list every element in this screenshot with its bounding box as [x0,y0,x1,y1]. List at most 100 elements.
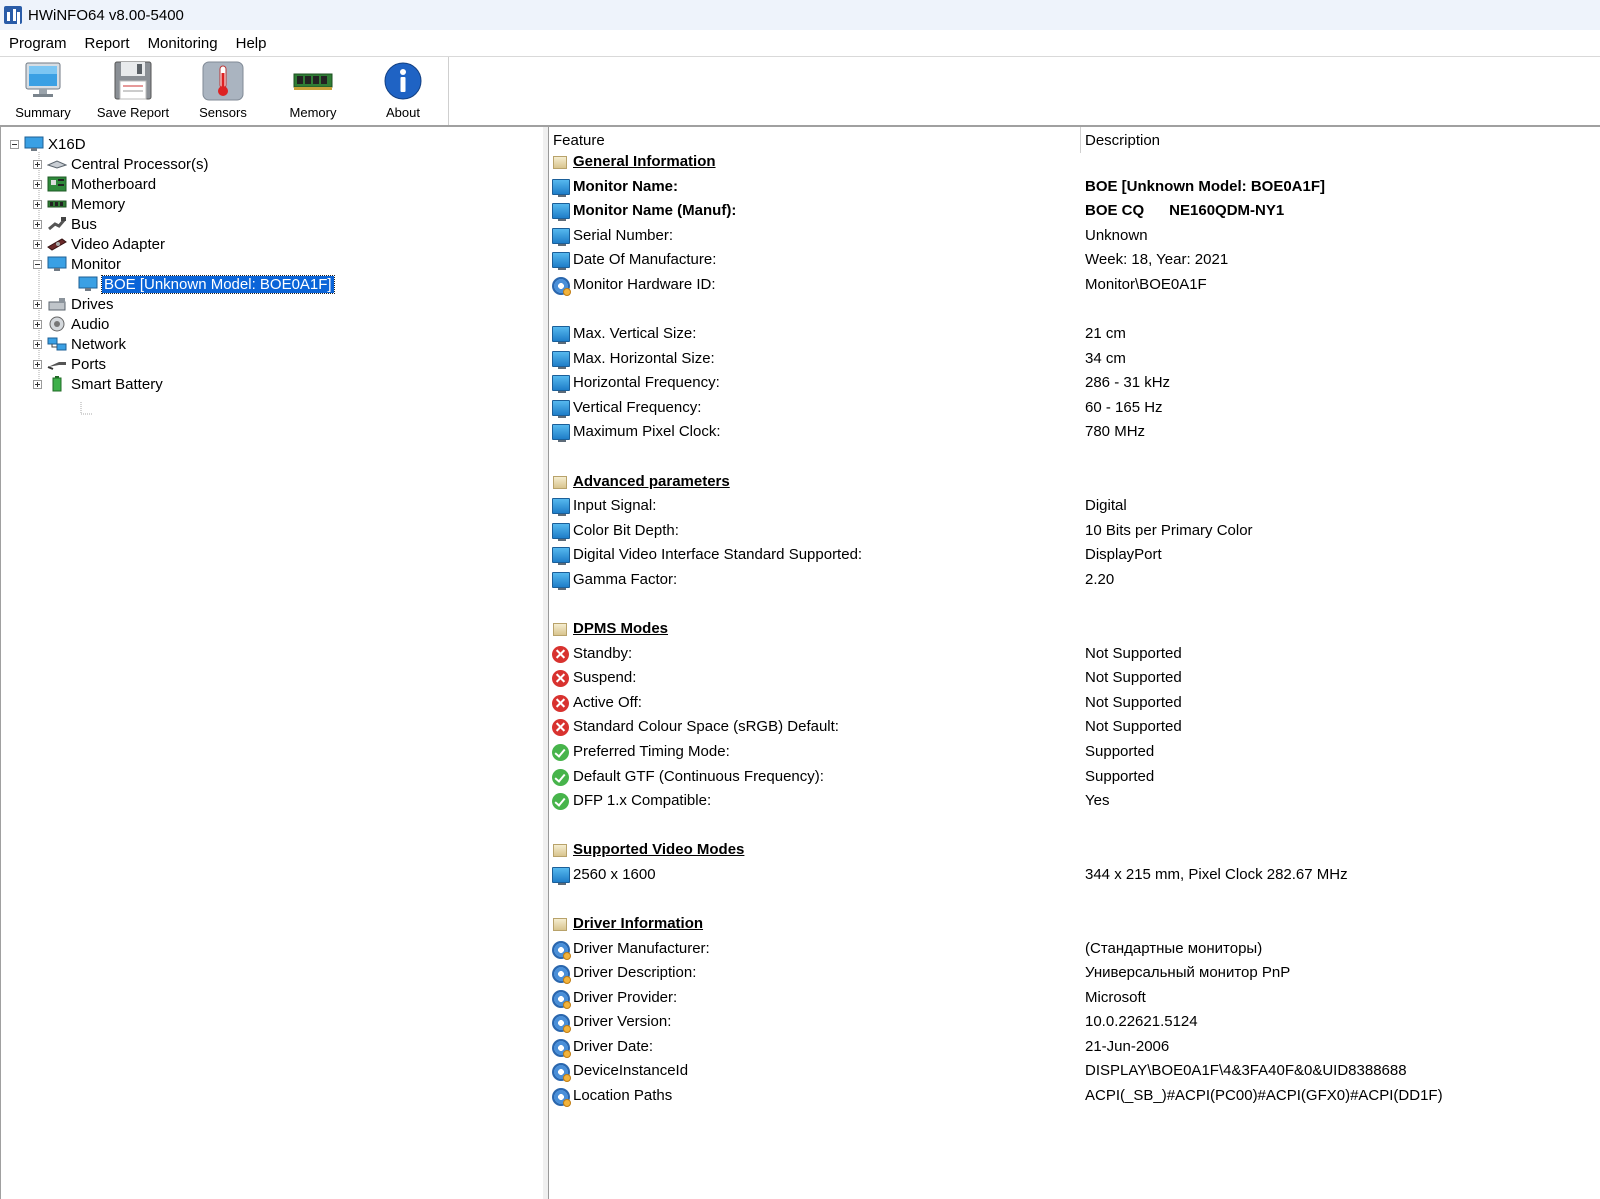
section-header-row[interactable]: General Information [549,150,1600,174]
detail-row[interactable]: Standby: Not Supported [549,642,1600,666]
memory-module-icon [293,73,333,90]
monitor-icon [552,375,570,394]
section-header-row[interactable]: DPMS Modes [549,617,1600,641]
monitor-icon [552,178,570,197]
section-header-row[interactable]: Advanced parameters [549,470,1600,494]
tree-item-label: Video Adapter [71,235,165,253]
monitor-icon [552,399,570,418]
detail-row[interactable]: Driver Description: Универсальный монитор… [549,961,1600,985]
detail-row[interactable]: Location Paths ACPI(_SB_)#ACPI(PC00)#ACPI… [549,1084,1600,1108]
detail-row[interactable]: Standard Colour Space (sRGB) Default: Not… [549,715,1600,739]
description-cell: (Стандартные мониторы) [1085,939,1263,957]
expand-icon[interactable] [33,219,42,229]
collapse-icon[interactable] [33,259,42,269]
expand-icon[interactable] [33,339,42,349]
detail-row[interactable]: Default GTF (Continuous Frequency): Suppo… [549,765,1600,789]
hardware-tree[interactable]: X16D Central Processor(s) Motherboard Me… [0,127,544,1199]
expand-icon[interactable] [33,379,42,389]
feature-cell: Monitor Hardware ID: [573,275,716,293]
detail-row[interactable]: Gamma Factor: 2.20 [549,568,1600,592]
tree-item-monitor[interactable]: Monitor [33,254,121,274]
feature-cell: Active Off: [573,693,642,711]
description-cell: Универсальный монитор PnP [1085,964,1291,982]
tree-item-drives[interactable]: Drives [33,294,114,314]
tree-item-cpu[interactable]: Central Processor(s) [33,154,209,174]
feature-cell: Color Bit Depth: [573,521,679,539]
expand-icon[interactable] [33,199,42,209]
detail-row[interactable]: Driver Manufacturer: (Стандартные монитор… [549,937,1600,961]
detail-row[interactable]: Digital Video Interface Standard Support… [549,543,1600,567]
description-cell: Not Supported [1085,644,1182,662]
detail-row[interactable]: Driver Date: 21-Jun-2006 [549,1035,1600,1059]
detail-row[interactable]: Monitor Hardware ID: Monitor\BOE0A1F [549,273,1600,297]
save-report-button[interactable]: Save Report [91,59,175,123]
tree-item-label: Network [71,335,127,353]
description-cell: Supported [1085,742,1155,760]
tree-item-ports[interactable]: Ports [33,354,106,374]
detail-row[interactable]: Horizontal Frequency: 286 - 31 kHz [549,371,1600,395]
detail-row[interactable]: Color Bit Depth: 10 Bits per Primary Colo… [549,519,1600,543]
menu-program[interactable]: Program [0,35,76,52]
sensors-button[interactable]: Sensors [181,59,265,123]
memory-button[interactable]: Memory [271,59,355,123]
detail-row[interactable]: Vertical Frequency: 60 - 165 Hz [549,396,1600,420]
tree-item-bus[interactable]: Bus [33,214,97,234]
feature-cell: DFP 1.x Compatible: [573,792,712,810]
about-button[interactable]: About [361,59,445,123]
summary-button[interactable]: Summary [1,59,85,123]
feature-cell: Digital Video Interface Standard Support… [573,546,863,564]
details-list[interactable]: Feature Description General Information M… [549,127,1600,1199]
feature-cell: Max. Vertical Size: [573,325,697,343]
monitor-icon [552,547,570,566]
detail-row[interactable]: Maximum Pixel Clock: 780 MHz [549,420,1600,444]
section-header-row[interactable]: Supported Video Modes [549,838,1600,862]
detail-row[interactable]: Monitor Name (Manuf): BOE CQ NE160QDM-NY1 [549,199,1600,223]
description-cell: 34 cm [1085,349,1126,367]
title-bar: HWiNFO64 v8.00-5400 [0,0,1600,30]
menu-bar: Program Report Monitoring Help [0,30,1600,57]
section-icon [553,917,567,931]
menu-help[interactable]: Help [227,35,276,52]
detail-row[interactable]: Max. Horizontal Size: 34 cm [549,347,1600,371]
detail-row[interactable]: Max. Vertical Size: 21 cm [549,322,1600,346]
detail-row[interactable]: Monitor Name: BOE [Unknown Model: BOE0A1F… [549,175,1600,199]
menu-monitoring[interactable]: Monitoring [139,35,227,52]
detail-row[interactable]: Driver Version: 10.0.22621.5124 [549,1010,1600,1034]
description-cell: BOE CQ NE160QDM-NY1 [1085,202,1285,220]
expand-icon[interactable] [33,239,42,249]
tree-item-smart-battery[interactable]: Smart Battery [33,374,163,394]
window-title: HWiNFO64 v8.00-5400 [28,6,184,24]
expand-icon[interactable] [33,319,42,329]
tree-item-boe-monitor[interactable]: BOE [Unknown Model: BOE0A1F] [78,274,335,294]
expand-icon[interactable] [33,179,42,189]
detail-row[interactable]: Active Off: Not Supported [549,691,1600,715]
error-icon [552,645,569,663]
tree-item-audio[interactable]: Audio [33,314,109,334]
description-cell: Yes [1085,792,1110,810]
detail-row[interactable]: Suspend: Not Supported [549,666,1600,690]
detail-row[interactable]: DeviceInstanceId DISPLAY\BOE0A1F\4&3FA40F… [549,1059,1600,1083]
tree-item-network[interactable]: Network [33,334,126,354]
menu-report[interactable]: Report [76,35,139,52]
description-cell: Monitor\BOE0A1F [1085,275,1207,293]
detail-row[interactable]: Preferred Timing Mode: Supported [549,740,1600,764]
expand-icon[interactable] [33,299,42,309]
tree-item-memory[interactable]: Memory [33,194,125,214]
feature-cell: Suspend: [573,669,637,687]
expand-icon[interactable] [33,359,42,369]
detail-row[interactable]: DFP 1.x Compatible: Yes [549,789,1600,813]
description-cell: Digital [1085,497,1127,515]
section-header-row[interactable]: Driver Information [549,912,1600,936]
detail-row[interactable]: Driver Provider: Microsoft [549,986,1600,1010]
collapse-icon[interactable] [10,139,19,149]
tree-item-video-adapter[interactable]: Video Adapter [33,234,165,254]
port-icon [47,362,66,370]
tree-item-motherboard[interactable]: Motherboard [33,174,156,194]
expand-icon[interactable] [33,159,42,169]
description-cell: Not Supported [1085,669,1182,687]
detail-row[interactable]: Date Of Manufacture: Week: 18, Year: 2021 [549,248,1600,272]
detail-row[interactable]: 2560 x 1600 344 x 215 mm, Pixel Clock 282… [549,863,1600,887]
tree-root-x16d[interactable]: X16D [10,134,86,154]
detail-row[interactable]: Serial Number: Unknown [549,224,1600,248]
detail-row[interactable]: Input Signal: Digital [549,494,1600,518]
